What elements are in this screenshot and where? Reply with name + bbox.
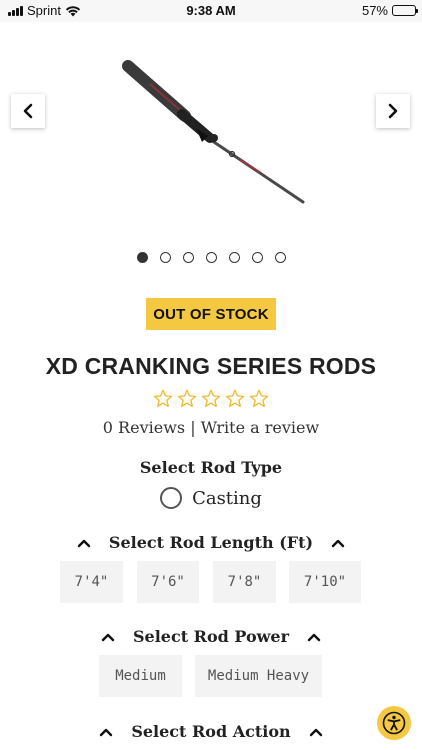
star-icon <box>177 389 197 407</box>
radio-button[interactable] <box>160 487 183 509</box>
status-time: 9:38 AM <box>186 3 236 18</box>
pagination-dot[interactable] <box>274 252 286 263</box>
chevron-up-icon[interactable] <box>309 727 323 737</box>
chevron-right-icon <box>388 103 398 119</box>
star-icon <box>225 389 245 407</box>
reviews-count-link[interactable]: 0 Reviews <box>103 418 185 437</box>
pagination-dot[interactable] <box>182 252 194 263</box>
star-icon <box>249 389 269 407</box>
rod-power-header[interactable]: Select Rod Power <box>0 627 422 646</box>
pagination-dot[interactable] <box>205 252 217 263</box>
pagination-dot[interactable] <box>159 252 171 263</box>
chevron-up-icon[interactable] <box>77 538 91 548</box>
rod-power-option[interactable]: Medium Heavy <box>195 655 322 697</box>
product-image-gallery[interactable] <box>0 22 422 242</box>
chevron-up-icon[interactable] <box>331 538 345 548</box>
rod-length-label: Select Rod Length (Ft) <box>108 533 314 552</box>
gallery-prev-button[interactable] <box>11 94 45 128</box>
stock-status-badge: OUT OF STOCK <box>146 298 276 330</box>
chevron-up-icon[interactable] <box>99 727 113 737</box>
rod-length-header[interactable]: Select Rod Length (Ft) <box>0 533 422 552</box>
rod-type-option-casting[interactable]: Casting <box>0 487 422 509</box>
star-icon <box>201 389 221 407</box>
gallery-pagination <box>0 252 422 263</box>
rod-length-option[interactable]: 7'4" <box>60 561 123 603</box>
rod-action-label: Select Rod Action <box>131 722 291 741</box>
rating-stars[interactable] <box>0 389 422 408</box>
chevron-up-icon[interactable] <box>307 632 321 642</box>
product-image <box>122 60 305 204</box>
gallery-next-button[interactable] <box>376 94 410 128</box>
status-bar: Sprint 9:38 AM 57% <box>0 0 422 22</box>
reviews-separator: | <box>190 418 196 437</box>
pagination-dot[interactable] <box>251 252 263 263</box>
pagination-dot[interactable] <box>136 252 148 263</box>
accessibility-button[interactable] <box>377 706 411 740</box>
chevron-up-icon[interactable] <box>101 632 115 642</box>
battery-icon <box>392 5 418 16</box>
pagination-dot[interactable] <box>228 252 240 263</box>
chevron-left-icon <box>23 103 33 119</box>
rod-type-option-label: Casting <box>192 487 262 509</box>
product-title: XD CRANKING SERIES RODS <box>45 353 377 379</box>
rod-power-option[interactable]: Medium <box>99 655 182 697</box>
write-review-link[interactable]: Write a review <box>201 418 320 437</box>
rod-length-option[interactable]: 7'8" <box>213 561 276 603</box>
rod-power-label: Select Rod Power <box>132 627 290 646</box>
status-right: 57% <box>361 3 418 18</box>
star-icon <box>153 389 173 407</box>
rod-length-option[interactable]: 7'6" <box>137 561 199 603</box>
reviews-line: 0 Reviews | Write a review <box>0 418 422 437</box>
rod-type-label: Select Rod Type <box>139 458 283 477</box>
rod-action-header[interactable]: Select Rod Action <box>0 722 422 741</box>
battery-percent: 57% <box>361 3 388 18</box>
rod-length-option[interactable]: 7'10" <box>289 561 361 603</box>
accessibility-icon <box>382 711 406 735</box>
